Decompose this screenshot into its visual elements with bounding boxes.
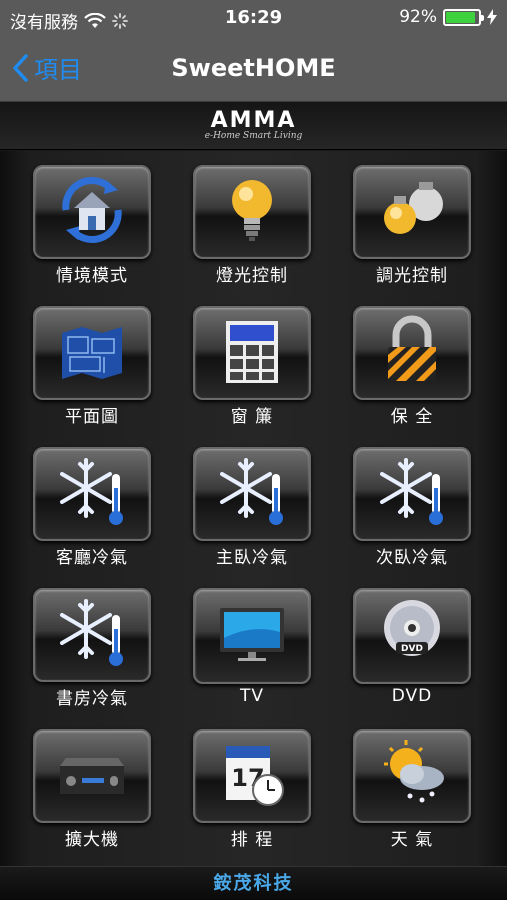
snowflake-thermometer-icon bbox=[212, 452, 292, 536]
status-bar: 沒有服務 16:29 92% bbox=[0, 0, 507, 36]
brand-bar: AMMA e-Home Smart Living bbox=[0, 102, 507, 150]
tile-floor-plan-3[interactable]: 平面圖 bbox=[32, 306, 152, 427]
tile-button[interactable] bbox=[353, 729, 471, 823]
dimmer-bulbs-icon bbox=[372, 170, 452, 254]
battery-percent: 92% bbox=[399, 7, 437, 27]
tile-dvd-disc-11[interactable]: DVD DVD bbox=[352, 588, 472, 709]
tile-label: 調光控制 bbox=[376, 266, 448, 286]
tile-snowflake-thermometer-9[interactable]: 書房冷氣 bbox=[32, 588, 152, 709]
function-grid-area: 情境模式 燈光控制 調光控制平面圖 窗 簾 保 全客廳冷氣 主臥冷氣 次臥冷氣書房冷氣 TV D… bbox=[0, 151, 507, 866]
tile-button[interactable] bbox=[193, 165, 311, 259]
tile-label: 客廳冷氣 bbox=[56, 548, 128, 568]
tile-label: 情境模式 bbox=[56, 266, 128, 286]
tile-scene-mode-0[interactable]: 情境模式 bbox=[32, 165, 152, 286]
tile-snowflake-thermometer-7[interactable]: 主臥冷氣 bbox=[192, 447, 312, 568]
light-bulb-icon bbox=[212, 170, 292, 254]
calendar-clock-icon: 17 bbox=[212, 734, 292, 818]
security-lock-icon bbox=[372, 311, 452, 395]
tile-label: 平面圖 bbox=[65, 407, 119, 427]
snowflake-thermometer-icon bbox=[372, 452, 452, 536]
weather-icon bbox=[372, 734, 452, 818]
brand-tagline: e-Home Smart Living bbox=[204, 131, 303, 141]
tile-button[interactable] bbox=[353, 306, 471, 400]
tile-label: 天 氣 bbox=[390, 830, 434, 850]
tile-label: 排 程 bbox=[230, 830, 274, 850]
tile-label: DVD bbox=[391, 686, 433, 706]
brand-logo: AMMA bbox=[210, 108, 297, 133]
tile-dimmer-bulbs-2[interactable]: 調光控制 bbox=[352, 165, 472, 286]
tile-window-curtain-4[interactable]: 窗 簾 bbox=[192, 306, 312, 427]
page-title: SweetHOME bbox=[171, 54, 336, 82]
tv-icon bbox=[212, 594, 292, 678]
tile-button[interactable] bbox=[33, 729, 151, 823]
tile-light-bulb-1[interactable]: 燈光控制 bbox=[192, 165, 312, 286]
scene-mode-icon bbox=[52, 170, 132, 254]
battery-icon bbox=[443, 8, 484, 26]
snowflake-thermometer-icon bbox=[52, 452, 132, 536]
tile-label: 書房冷氣 bbox=[56, 689, 128, 709]
amplifier-icon bbox=[52, 734, 132, 818]
tile-snowflake-thermometer-6[interactable]: 客廳冷氣 bbox=[32, 447, 152, 568]
tile-button[interactable] bbox=[33, 165, 151, 259]
floor-plan-icon bbox=[52, 311, 132, 395]
tile-button[interactable] bbox=[193, 588, 311, 684]
tile-button[interactable] bbox=[353, 447, 471, 541]
tile-label: TV bbox=[239, 686, 264, 706]
window-curtain-icon bbox=[212, 311, 292, 395]
tile-label: 主臥冷氣 bbox=[216, 548, 288, 568]
tile-button[interactable]: 17 bbox=[193, 729, 311, 823]
tile-label: 窗 簾 bbox=[230, 407, 274, 427]
tile-label: 保 全 bbox=[390, 407, 434, 427]
function-grid: 情境模式 燈光控制 調光控制平面圖 窗 簾 保 全客廳冷氣 主臥冷氣 次臥冷氣書房冷氣 TV D… bbox=[32, 165, 472, 850]
tile-label: 燈光控制 bbox=[216, 266, 288, 286]
tile-tv-10[interactable]: TV bbox=[192, 588, 312, 709]
footer-company: 銨茂科技 bbox=[0, 866, 507, 900]
tile-calendar-clock-13[interactable]: 17 排 程 bbox=[192, 729, 312, 850]
dvd-disc-icon: DVD bbox=[372, 594, 452, 678]
tile-label: 次臥冷氣 bbox=[376, 548, 448, 568]
svg-text:DVD: DVD bbox=[401, 644, 423, 654]
tile-button[interactable] bbox=[33, 588, 151, 682]
tile-snowflake-thermometer-8[interactable]: 次臥冷氣 bbox=[352, 447, 472, 568]
status-right: 92% bbox=[399, 7, 497, 27]
snowflake-thermometer-icon bbox=[52, 593, 132, 677]
tile-weather-14[interactable]: 天 氣 bbox=[352, 729, 472, 850]
tile-button[interactable]: DVD bbox=[353, 588, 471, 684]
charging-bolt-icon bbox=[487, 9, 497, 25]
tile-button[interactable] bbox=[33, 306, 151, 400]
tile-button[interactable] bbox=[193, 306, 311, 400]
tile-button[interactable] bbox=[33, 447, 151, 541]
navigation-bar: 項目 SweetHOME bbox=[0, 36, 507, 102]
tile-button[interactable] bbox=[193, 447, 311, 541]
tile-amplifier-12[interactable]: 擴大機 bbox=[32, 729, 152, 850]
tile-security-lock-5[interactable]: 保 全 bbox=[352, 306, 472, 427]
tile-button[interactable] bbox=[353, 165, 471, 259]
tile-label: 擴大機 bbox=[65, 830, 119, 850]
battery-fill bbox=[446, 11, 476, 23]
